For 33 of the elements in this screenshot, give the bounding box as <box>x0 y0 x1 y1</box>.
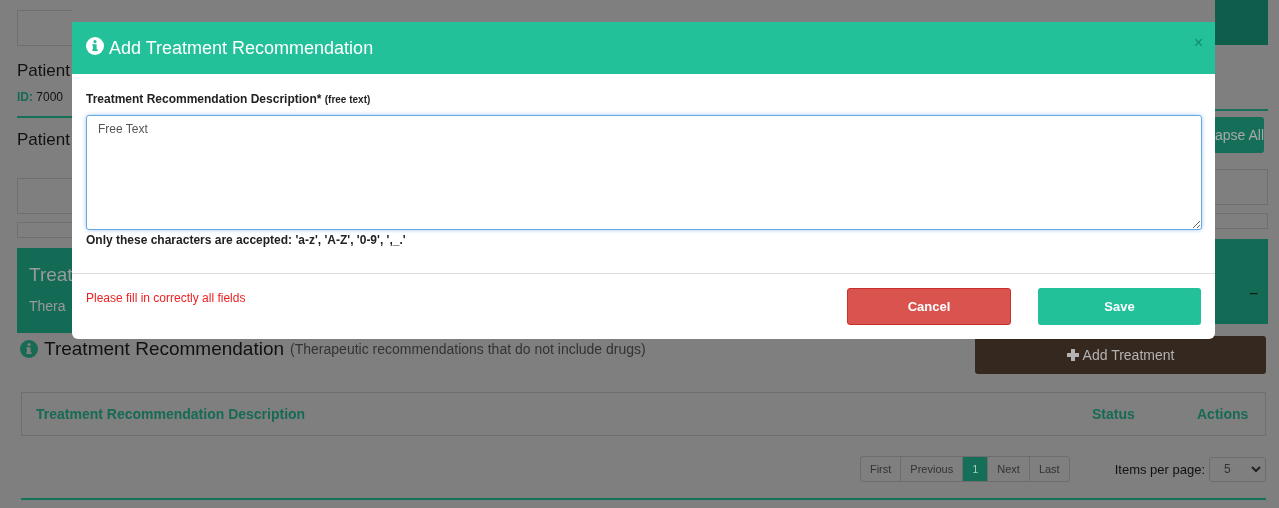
section-subtitle: (Therapeutic recommendations that do not include drugs) <box>290 341 646 357</box>
items-per-page-select[interactable]: 5 <box>1209 456 1266 482</box>
column-header: Actions <box>1197 406 1250 422</box>
page-button[interactable]: 1 <box>962 457 988 481</box>
collapse-toggle[interactable]: − <box>1248 285 1258 303</box>
info-icon <box>20 340 38 358</box>
field-label: Treatment Recommendation Description* (free text) <box>86 92 372 106</box>
section-title: Treatment Recommendation <box>44 338 285 360</box>
error-message: Please fill in correctly all fields <box>86 291 247 305</box>
column-header: Treatment Recommendation Description <box>36 406 307 422</box>
id-label: ID: <box>17 90 33 104</box>
save-button[interactable]: Save <box>1038 288 1201 325</box>
id-value: 7000 <box>36 90 64 104</box>
description-field[interactable]: Free Text <box>86 115 1202 230</box>
modal-title: Add Treatment Recommendation <box>109 37 375 59</box>
panel-title: Treat <box>29 264 72 286</box>
items-per-page-label: Items per page: <box>1114 461 1205 477</box>
patient-title: Patient <box>17 61 71 82</box>
close-button[interactable]: × <box>1193 34 1203 52</box>
panel-subtitle: Thera <box>29 298 67 314</box>
section-title: Patient <box>17 130 71 151</box>
chevron-down-icon <box>1251 465 1261 473</box>
field-hint: Only these characters are accepted: 'a-z', 'A-Z', '0-9', ',_.' <box>86 233 407 247</box>
plus-icon <box>1066 349 1079 361</box>
collapse-all-button[interactable]: apse All <box>1215 117 1265 153</box>
header-bar <box>1215 0 1268 45</box>
info-icon <box>86 37 104 55</box>
cancel-button[interactable]: Cancel <box>847 288 1011 325</box>
column-header: Status <box>1092 406 1136 422</box>
page-button[interactable]: First <box>860 457 901 481</box>
add-treatment-button[interactable]: Add Treatment <box>975 336 1266 374</box>
page-button[interactable]: Next <box>987 457 1029 481</box>
page-button[interactable]: Last <box>1028 457 1069 481</box>
